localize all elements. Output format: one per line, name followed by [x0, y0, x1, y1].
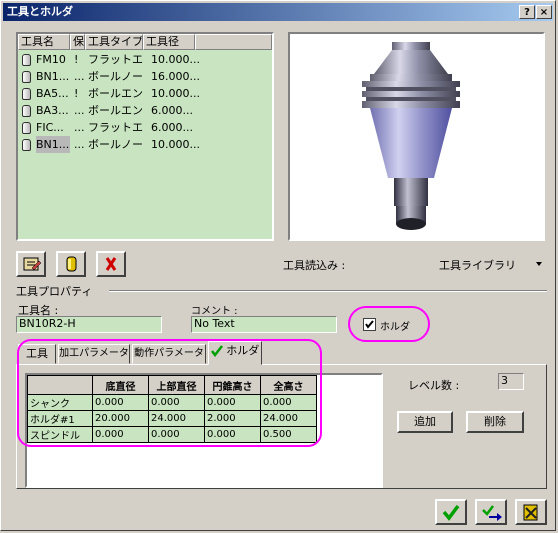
tool-row[interactable]: BA5... ! ボールエンド 10.000...	[18, 85, 274, 102]
tool-holder-flag: !	[74, 87, 79, 100]
tool-holder-image	[362, 42, 460, 230]
tool-icon	[22, 105, 31, 117]
tool-name-field[interactable]: BN10R2-H	[16, 316, 162, 333]
tool-preview	[288, 32, 545, 241]
column-header-empty	[195, 34, 272, 50]
tool-load-label: 工具読込み :	[283, 259, 346, 272]
delete-button[interactable]: 削除	[466, 411, 524, 433]
tool-diameter: 16.000...	[151, 70, 200, 83]
tool-holder-flag: ...	[74, 104, 84, 117]
cancel-button[interactable]	[515, 499, 547, 525]
tool-row[interactable]: FM10 ! フラットエンド 10.000...	[18, 51, 274, 68]
apply-button[interactable]	[475, 499, 507, 525]
add-button[interactable]: 追加	[397, 411, 453, 433]
level-count-label: レベル数 :	[408, 379, 460, 392]
delete-x-icon	[105, 257, 117, 271]
window-title: 工具とホルダ	[7, 5, 73, 18]
tool-name: FM10	[36, 53, 66, 66]
tool-name: BN1...	[36, 70, 70, 83]
tool-list[interactable]: 工具名 保 工具タイプ 工具径 FM10 ! フラットエンド 10.000...…	[16, 32, 274, 241]
column-header-tool-type[interactable]: 工具タイプ	[85, 34, 143, 50]
tool-type: ボールノーズ	[88, 70, 143, 83]
tool-icon	[22, 71, 31, 83]
check-icon	[442, 504, 460, 521]
tool-icon	[22, 54, 31, 66]
tool-load-value: 工具ライブラリ	[439, 259, 516, 272]
close-button[interactable]: ×	[536, 5, 552, 19]
column-header-tool-diameter[interactable]: 工具径	[143, 34, 195, 50]
column-header-holder[interactable]: 保	[70, 34, 85, 50]
tool-load-dropdown[interactable]: 工具ライブラリ	[431, 252, 549, 272]
highlight-ring-checkbox	[348, 306, 430, 342]
properties-group-label: 工具プロパティ	[16, 285, 93, 298]
tool-holder-flag: ...	[74, 138, 84, 151]
tool-name: FIC...	[36, 121, 64, 134]
tool-holder-flag: !	[74, 53, 79, 66]
tool-type: ボールエンド	[88, 104, 143, 117]
tool-type: ボールノーズ	[88, 138, 143, 151]
tool-type: フラットエンド	[88, 53, 143, 66]
help-button[interactable]: ?	[519, 5, 535, 19]
tool-diameter: 6.000...	[151, 121, 193, 134]
tool-icon	[22, 139, 31, 151]
highlight-ring-holder-table	[17, 339, 322, 447]
tool-icon	[22, 122, 31, 134]
tool-icon	[22, 88, 31, 100]
tab-holder[interactable]: ホルダ	[208, 341, 262, 365]
delete-tool-button[interactable]	[96, 251, 126, 277]
tool-diameter: 10.000...	[151, 53, 200, 66]
apply-arrows-icon	[482, 505, 502, 521]
group-divider	[109, 290, 547, 292]
tool-name: BN1...	[36, 136, 70, 153]
tool-row-selected[interactable]: BN1... ... ボールノーズ 10.000...	[18, 136, 274, 153]
tool-holder-dialog: 工具とホルダ ? × 工具名 保 工具タイプ 工具径 FM10 ! フラットエン…	[0, 0, 556, 531]
chevron-down-icon	[536, 262, 542, 266]
ok-button[interactable]	[435, 499, 467, 525]
title-bar: 工具とホルダ ? ×	[3, 3, 553, 21]
tool-diameter: 10.000...	[151, 87, 200, 100]
tool-type: フラットエンド	[88, 121, 143, 134]
tool-name: BA5...	[36, 87, 69, 100]
tool-holder-flag: ...	[74, 70, 84, 83]
tool-row[interactable]: FIC... ... フラットエンド 6.000...	[18, 119, 274, 136]
column-header-tool-name[interactable]: 工具名	[18, 34, 70, 50]
tool-type: ボールエンド	[88, 87, 143, 100]
copy-tool-button[interactable]	[56, 251, 86, 277]
comment-field[interactable]: No Text	[191, 316, 337, 333]
tab-holder-label: ホルダ	[226, 344, 260, 357]
tool-row[interactable]: BA3... ... ボールエンド 6.000...	[18, 102, 274, 119]
tool-icon	[66, 256, 77, 272]
new-tool-button[interactable]	[16, 251, 46, 277]
tool-diameter: 10.000...	[151, 138, 200, 151]
cancel-icon	[523, 504, 538, 521]
tool-holder-flag: ...	[74, 121, 84, 134]
tool-row[interactable]: BN1... ... ボールノーズ 16.000...	[18, 68, 274, 85]
check-icon	[210, 345, 223, 358]
edit-tool-icon	[23, 257, 42, 271]
comment-label: コメント :	[191, 306, 238, 317]
tool-name: BA3...	[36, 104, 69, 117]
level-count-field[interactable]: 3	[498, 373, 524, 390]
tool-diameter: 6.000...	[151, 104, 193, 117]
